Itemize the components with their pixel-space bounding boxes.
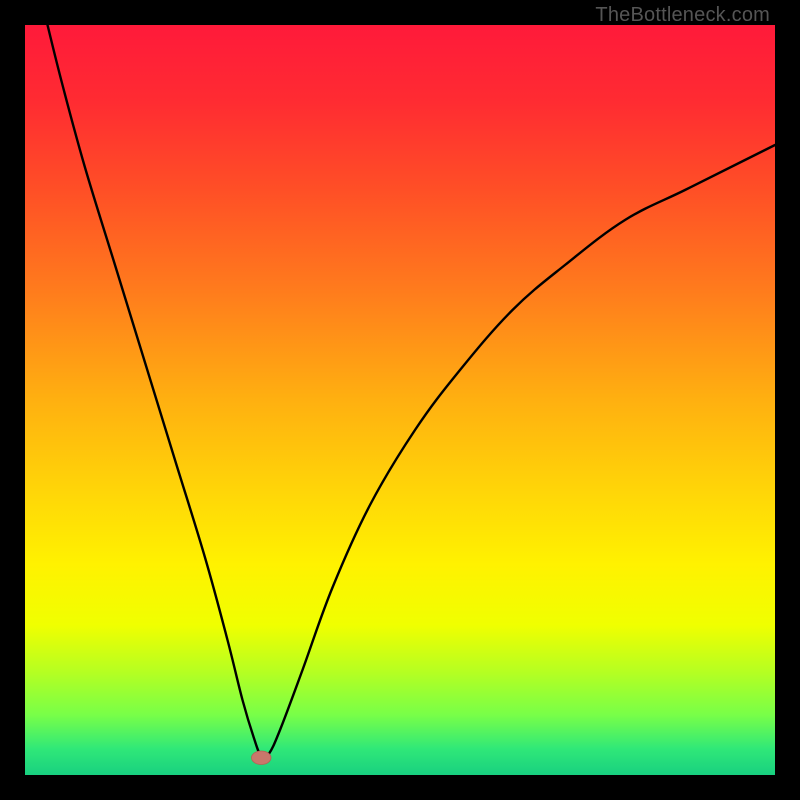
watermark-label: TheBottleneck.com bbox=[595, 4, 770, 27]
chart-svg bbox=[25, 25, 775, 775]
minimum-marker bbox=[252, 751, 272, 765]
chart-frame bbox=[25, 25, 775, 775]
gradient-rect bbox=[25, 25, 775, 775]
